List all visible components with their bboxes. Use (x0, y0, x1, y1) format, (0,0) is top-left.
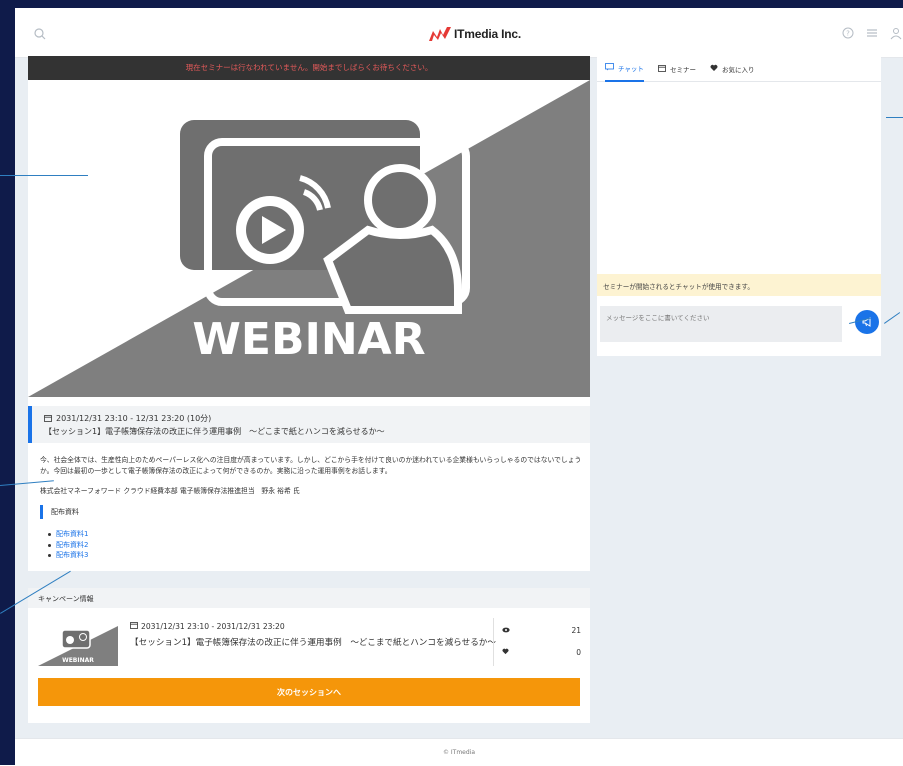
annotation-line (886, 117, 903, 118)
campaign-title[interactable]: 【セッション1】電子帳簿保存法の改正に伴う運用事例 ～どこまで紙とハンコを減らせ… (130, 636, 496, 648)
campaign-item[interactable]: WEBINAR 2031/12/31 23:10 - 2031/12/31 23… (38, 618, 581, 668)
heart-icon (502, 648, 509, 657)
campaign-datetime: 2031/12/31 23:10 - 2031/12/31 23:20 (141, 621, 285, 631)
user-icon[interactable] (889, 25, 903, 40)
itmedia-logo[interactable]: ITmedia Inc. (429, 24, 521, 44)
session-description: 今、社会全体では、生産性向上のためペーパーレス化への注目度が高まっています。しか… (40, 456, 582, 476)
calendar-icon (44, 414, 52, 424)
next-session-button[interactable]: 次のセッションへ (38, 678, 580, 706)
campaign-thumbnail[interactable]: WEBINAR (38, 622, 118, 666)
calendar-icon (130, 621, 138, 631)
session-header: 2031/12/31 23:10 - 12/31 23:20 (10分) 【セッ… (28, 406, 590, 443)
view-count: 21 (571, 626, 581, 635)
calendar-icon (658, 64, 666, 74)
session-datetime: 2031/12/31 23:10 - 12/31 23:20 (10分) (56, 414, 212, 423)
session-body: 今、社会全体では、生産性向上のためペーパーレス化への注目度が高まっています。しか… (28, 443, 590, 571)
logo-text: ITmedia Inc. (454, 27, 521, 41)
player-notice: 現在セミナーは行なわれていません。開始までしばらくお待ちください。 (28, 56, 590, 80)
header-icons: ? (841, 25, 903, 40)
help-icon[interactable]: ? (841, 25, 855, 39)
eye-icon (502, 626, 510, 635)
heart-icon (710, 64, 718, 74)
main-column: 現在セミナーは行なわれていません。開始までしばらくお待ちください。 WEBINA… (28, 56, 590, 571)
campaign-heading: キャンペーン情報 (28, 588, 590, 608)
materials-accent-bar (40, 505, 43, 520)
materials-label: 配布資料 (51, 508, 79, 517)
material-link[interactable]: 配布資料3 (48, 550, 582, 561)
materials-list: 配布資料1 配布資料2 配布資料3 (40, 529, 582, 561)
message-input[interactable] (600, 306, 842, 342)
menu-icon[interactable] (865, 25, 879, 39)
session-card: 2031/12/31 23:10 - 12/31 23:20 (10分) 【セッ… (28, 406, 590, 571)
thumb-text: WEBINAR (62, 657, 94, 664)
tab-favorites[interactable]: お気に入り (710, 56, 755, 82)
materials-heading: 配布資料 (40, 505, 582, 520)
material-link[interactable]: 配布資料2 (48, 540, 582, 551)
search-icon[interactable] (33, 26, 47, 40)
sidebar-panel: チャット セミナー お気に入り セミナーが開始されるとチャットが使用できます。 (597, 56, 881, 356)
sidebar-tabs: チャット セミナー お気に入り (597, 56, 881, 82)
like-count: 0 (576, 648, 581, 657)
chat-icon (605, 62, 614, 73)
campaign-panel: キャンペーン情報 WEBINAR 2031/12/31 23:10 - 2031… (28, 588, 590, 723)
campaign-stats: 21 0 (493, 618, 581, 666)
header: ITmedia Inc. ? (15, 8, 903, 58)
session-speaker: 株式会社マネーフォワード クラウド経費本部 電子帳簿保存法推進担当 野永 裕希 … (40, 487, 300, 496)
window-frame-left (0, 0, 15, 765)
footer-copyright: © ITmedia (15, 738, 903, 765)
svg-text:?: ? (846, 30, 850, 38)
window-frame-top (15, 0, 903, 8)
chat-messages-area[interactable] (597, 83, 881, 273)
tab-label: チャット (618, 64, 644, 73)
session-title: 【セッション1】電子帳簿保存法の改正に伴う運用事例 ～どこまで紙とハンコを減らせ… (44, 427, 385, 436)
chat-notice: セミナーが開始されるとチャットが使用できます。 (597, 274, 881, 296)
tab-seminar[interactable]: セミナー (658, 56, 696, 82)
tab-label: お気に入り (721, 65, 755, 74)
video-player[interactable]: 現在セミナーは行なわれていません。開始までしばらくお待ちください。 WEBINA… (28, 56, 590, 406)
material-link[interactable]: 配布資料1 (48, 529, 582, 540)
tab-chat[interactable]: チャット (605, 56, 644, 82)
webinar-image-text: WEBINAR (192, 314, 425, 365)
send-button[interactable] (855, 310, 879, 334)
annotation-line (0, 175, 88, 176)
webinar-placeholder-image: WEBINAR (28, 80, 590, 397)
tab-label: セミナー (669, 65, 696, 74)
megaphone-icon (862, 315, 873, 330)
logo-mark-icon (429, 27, 451, 41)
